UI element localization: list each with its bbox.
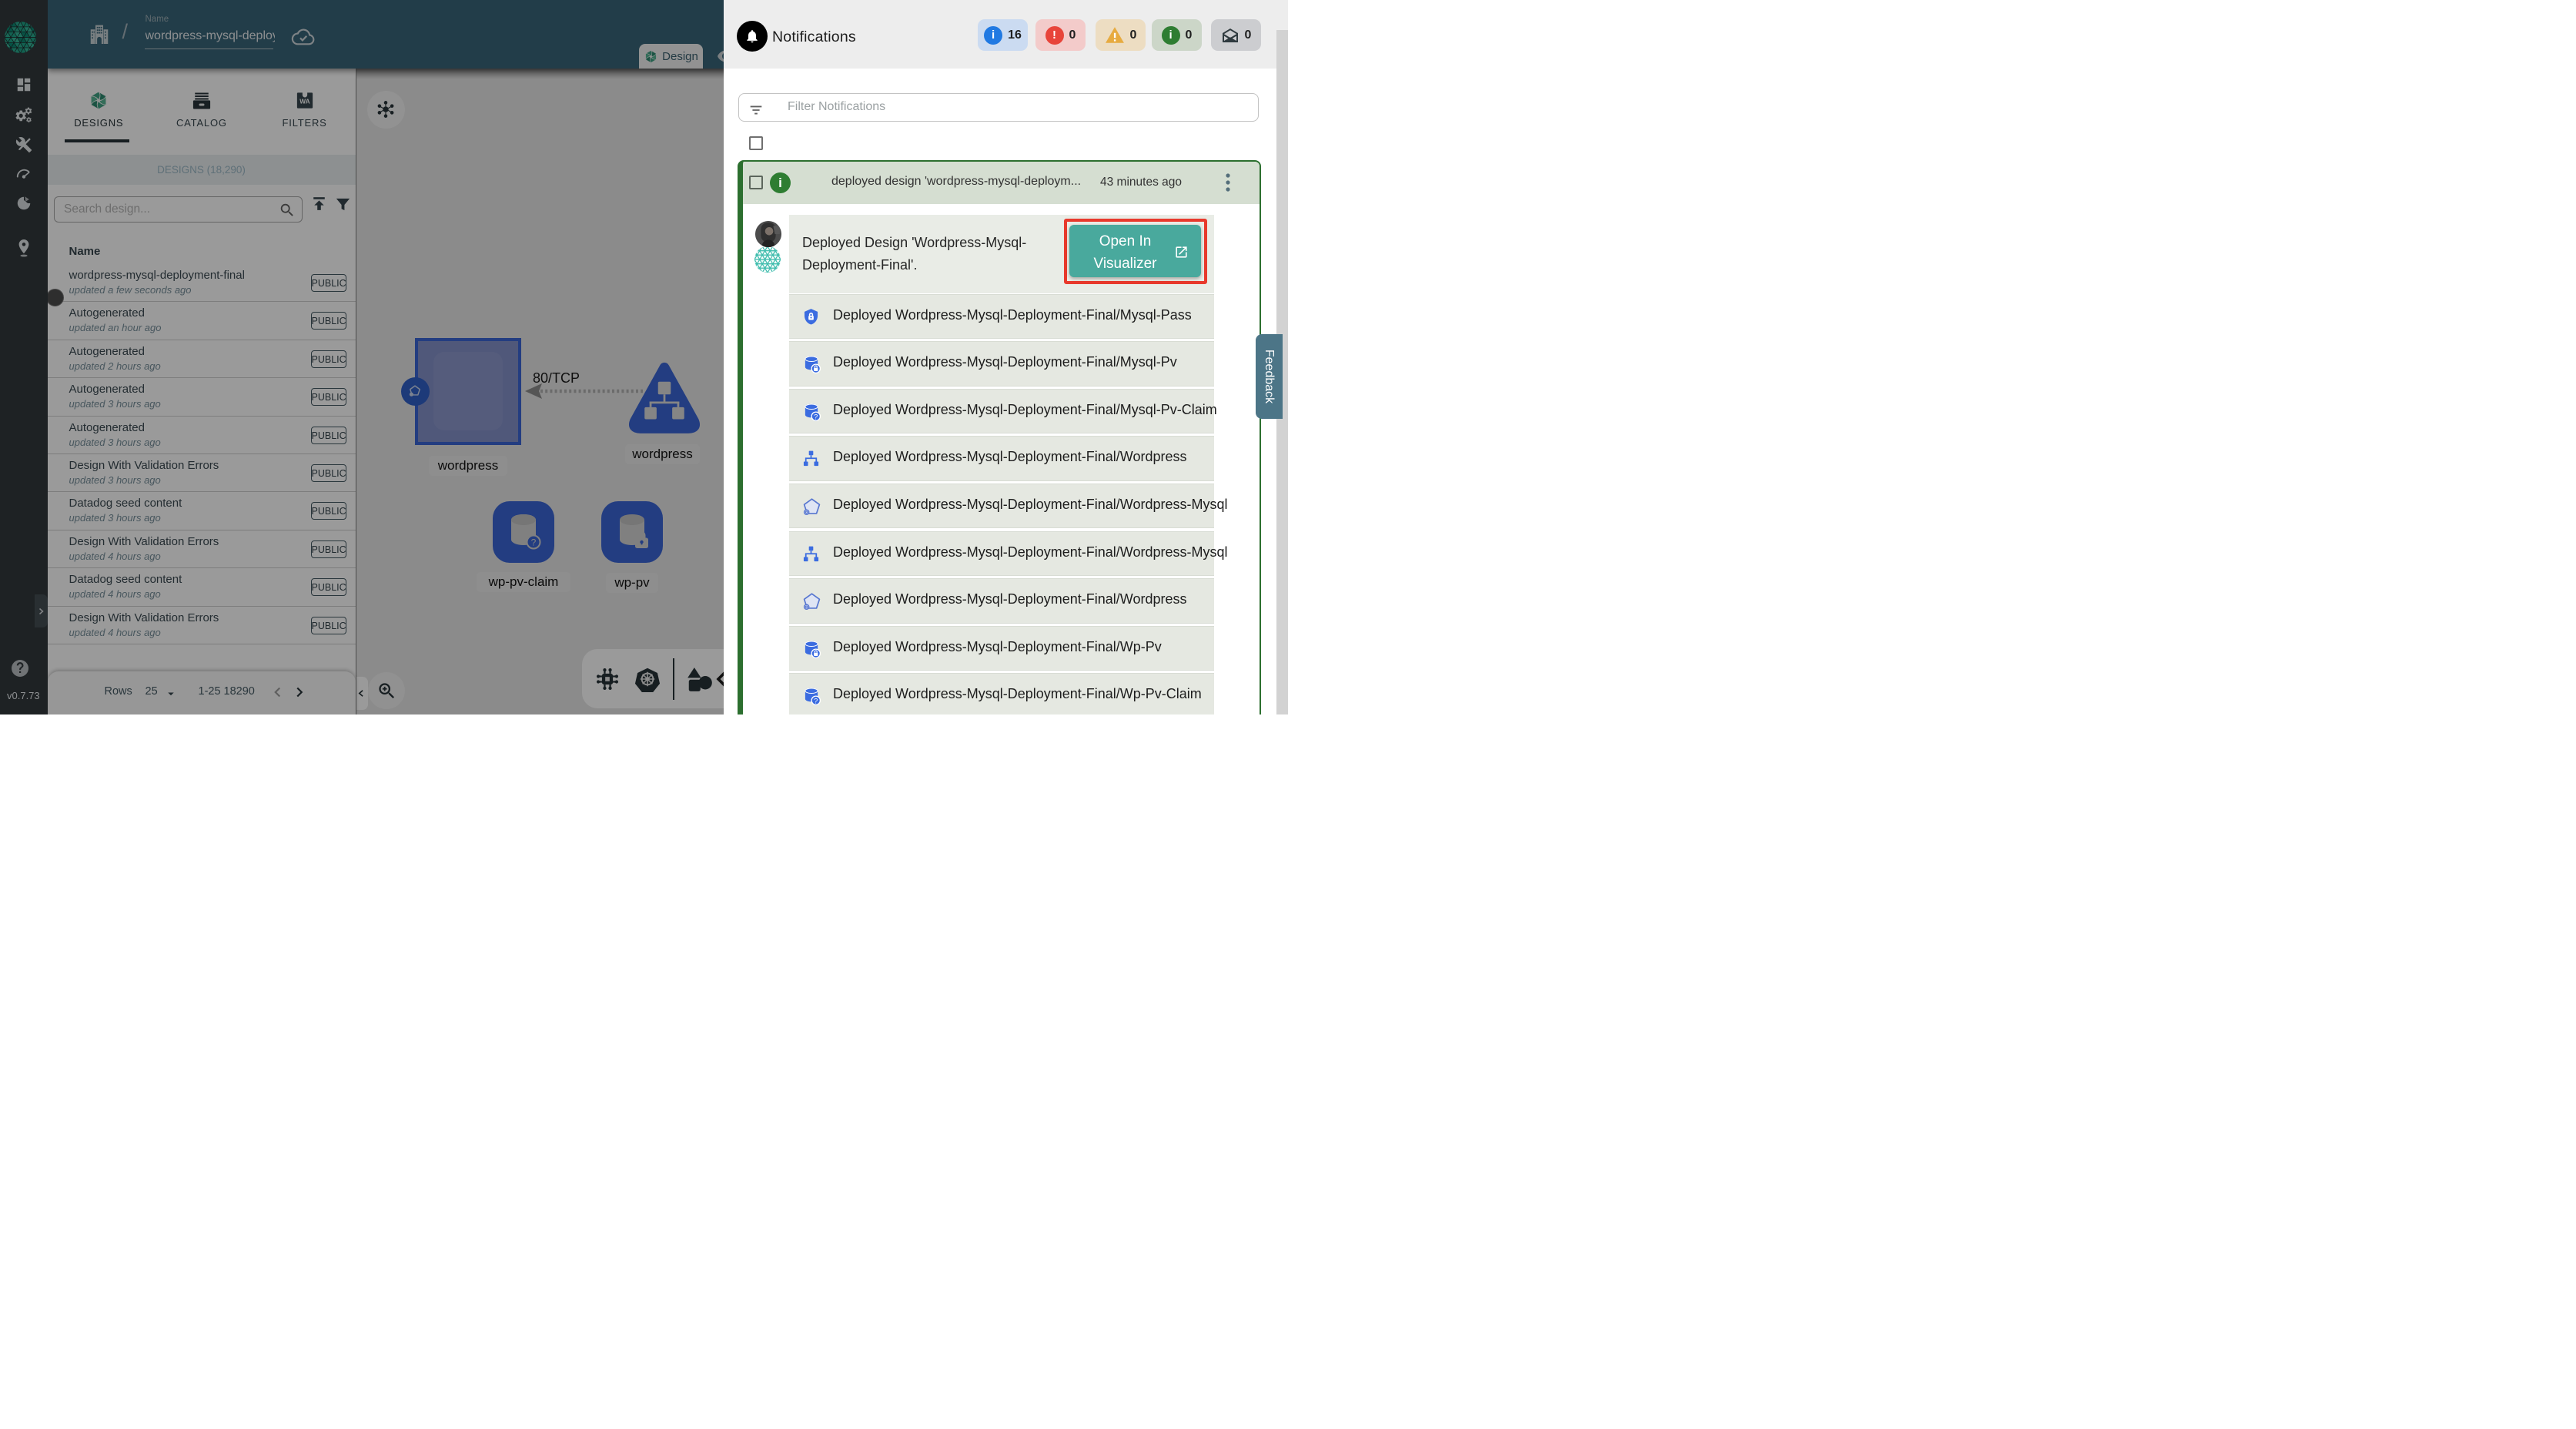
svg-text:?: ? <box>814 413 818 420</box>
svg-text:?: ? <box>814 698 818 705</box>
